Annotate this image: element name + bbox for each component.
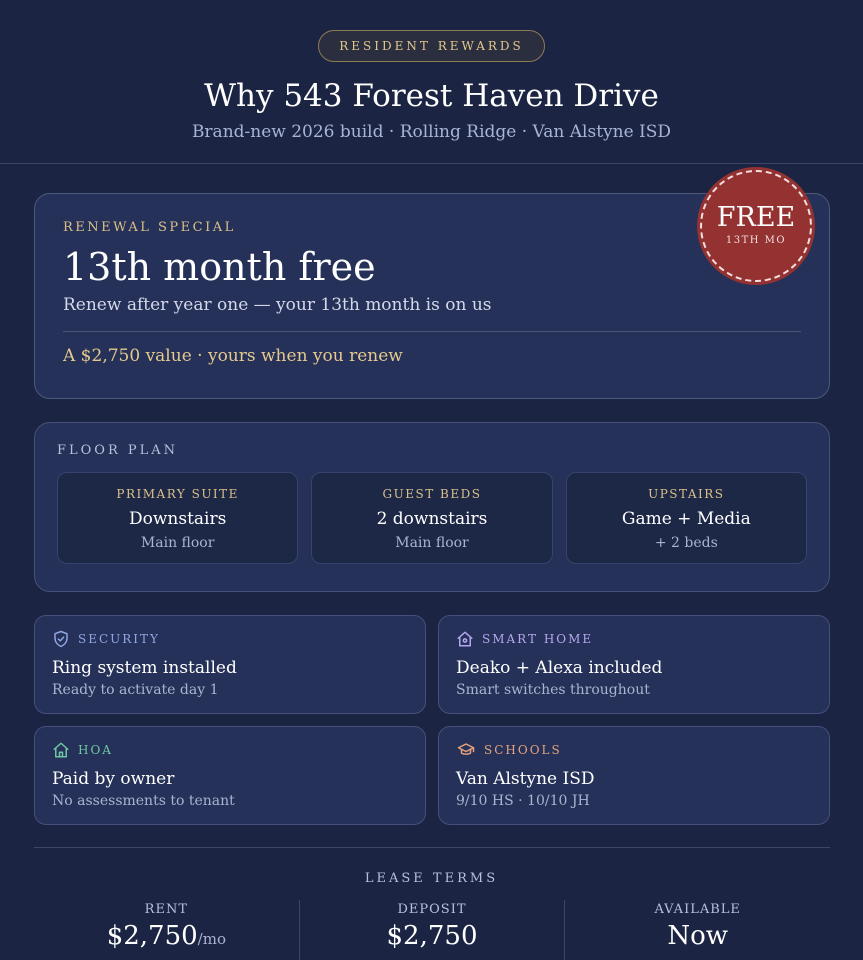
lease-terms: RENT $2,750/mo DEPOSIT $2,750 AVAILABLE … bbox=[34, 900, 830, 960]
feature-sub: 9/10 HS · 10/10 JH bbox=[456, 793, 590, 809]
term-available: AVAILABLE Now bbox=[564, 900, 830, 960]
term-label: DEPOSIT bbox=[397, 902, 467, 917]
special-value: A $2,750 value · yours when you renew bbox=[63, 346, 403, 366]
term-value: $2,750/mo bbox=[34, 921, 299, 951]
feature-value: Deako + Alexa included bbox=[456, 658, 663, 678]
plan-label: PRIMARY SUITE bbox=[116, 487, 239, 501]
special-eyebrow: RENEWAL SPECIAL bbox=[63, 220, 236, 235]
plan-value: 2 downstairs bbox=[376, 509, 488, 529]
term-amount: Now bbox=[667, 921, 729, 951]
home-icon bbox=[457, 631, 473, 647]
feature-value: Paid by owner bbox=[52, 769, 175, 789]
page-header: RESIDENT REWARDS Why 543 Forest Haven Dr… bbox=[0, 0, 863, 164]
page-subtitle: Brand-new 2026 build · Rolling Ridge · V… bbox=[191, 122, 672, 142]
feature-security-card: SECURITY Ring system installed Ready to … bbox=[34, 615, 426, 714]
term-unit: /mo bbox=[197, 930, 226, 948]
term-label: AVAILABLE bbox=[654, 902, 741, 917]
special-description: Renew after year one — your 13th month i… bbox=[63, 295, 492, 315]
plan-item-primary-suite: PRIMARY SUITE Downstairs Main floor bbox=[57, 472, 299, 564]
feature-label: SECURITY bbox=[78, 632, 160, 646]
feature-label: SMART HOME bbox=[482, 632, 594, 646]
feature-sub: Smart switches throughout bbox=[456, 682, 650, 698]
graduation-cap-icon bbox=[457, 743, 475, 755]
term-amount: $2,750 bbox=[386, 921, 478, 951]
lease-divider bbox=[34, 847, 830, 848]
plan-sub: Main floor bbox=[140, 535, 215, 551]
page-title: Why 543 Forest Haven Drive bbox=[204, 78, 659, 114]
feature-label: HOA bbox=[78, 743, 113, 757]
term-amount: $2,750 bbox=[106, 921, 198, 951]
plan-item-guest-beds: GUEST BEDS 2 downstairs Main floor bbox=[311, 472, 553, 564]
feature-value: Van Alstyne ISD bbox=[456, 769, 595, 789]
plan-sub: Main floor bbox=[395, 535, 469, 551]
floor-plan-title: FLOOR PLAN bbox=[57, 443, 179, 458]
term-value: Now bbox=[565, 921, 830, 951]
term-value: $2,750 bbox=[300, 921, 565, 951]
resident-rewards-pill: RESIDENT REWARDS bbox=[318, 30, 545, 62]
feature-smart-home-card: SMART HOME Deako + Alexa included Smart … bbox=[438, 615, 830, 714]
shield-icon bbox=[54, 630, 68, 648]
term-rent: RENT $2,750/mo bbox=[34, 900, 299, 960]
house-icon bbox=[53, 742, 69, 758]
feature-sub: No assessments to tenant bbox=[52, 793, 235, 809]
feature-label: SCHOOLS bbox=[484, 743, 562, 757]
feature-schools-card: SCHOOLS Van Alstyne ISD 9/10 HS · 10/10 … bbox=[438, 726, 830, 825]
feature-sub: Ready to activate day 1 bbox=[52, 682, 219, 698]
plan-item-upstairs: UPSTAIRS Game + Media + 2 beds bbox=[565, 472, 807, 564]
term-deposit: DEPOSIT $2,750 bbox=[298, 900, 565, 960]
special-headline: 13th month free bbox=[63, 245, 376, 289]
plan-value: Game + Media bbox=[621, 509, 751, 529]
lease-terms-title: LEASE TERMS bbox=[364, 871, 499, 886]
feature-value: Ring system installed bbox=[52, 658, 237, 678]
plan-sub: + 2 beds bbox=[654, 535, 718, 551]
badge-sub-text: 13TH MO bbox=[725, 235, 787, 246]
plan-label: UPSTAIRS bbox=[648, 487, 725, 501]
term-label: RENT bbox=[144, 902, 188, 917]
plan-label: GUEST BEDS bbox=[382, 487, 482, 501]
floor-plan-card: FLOOR PLAN PRIMARY SUITE Downstairs Main… bbox=[34, 422, 830, 592]
special-divider bbox=[63, 331, 801, 332]
feature-hoa-card: HOA Paid by owner No assessments to tena… bbox=[34, 726, 426, 825]
badge-main-text: FREE bbox=[716, 202, 796, 233]
plan-value: Downstairs bbox=[128, 509, 227, 529]
free-month-badge: FREE 13TH MO bbox=[700, 170, 812, 282]
